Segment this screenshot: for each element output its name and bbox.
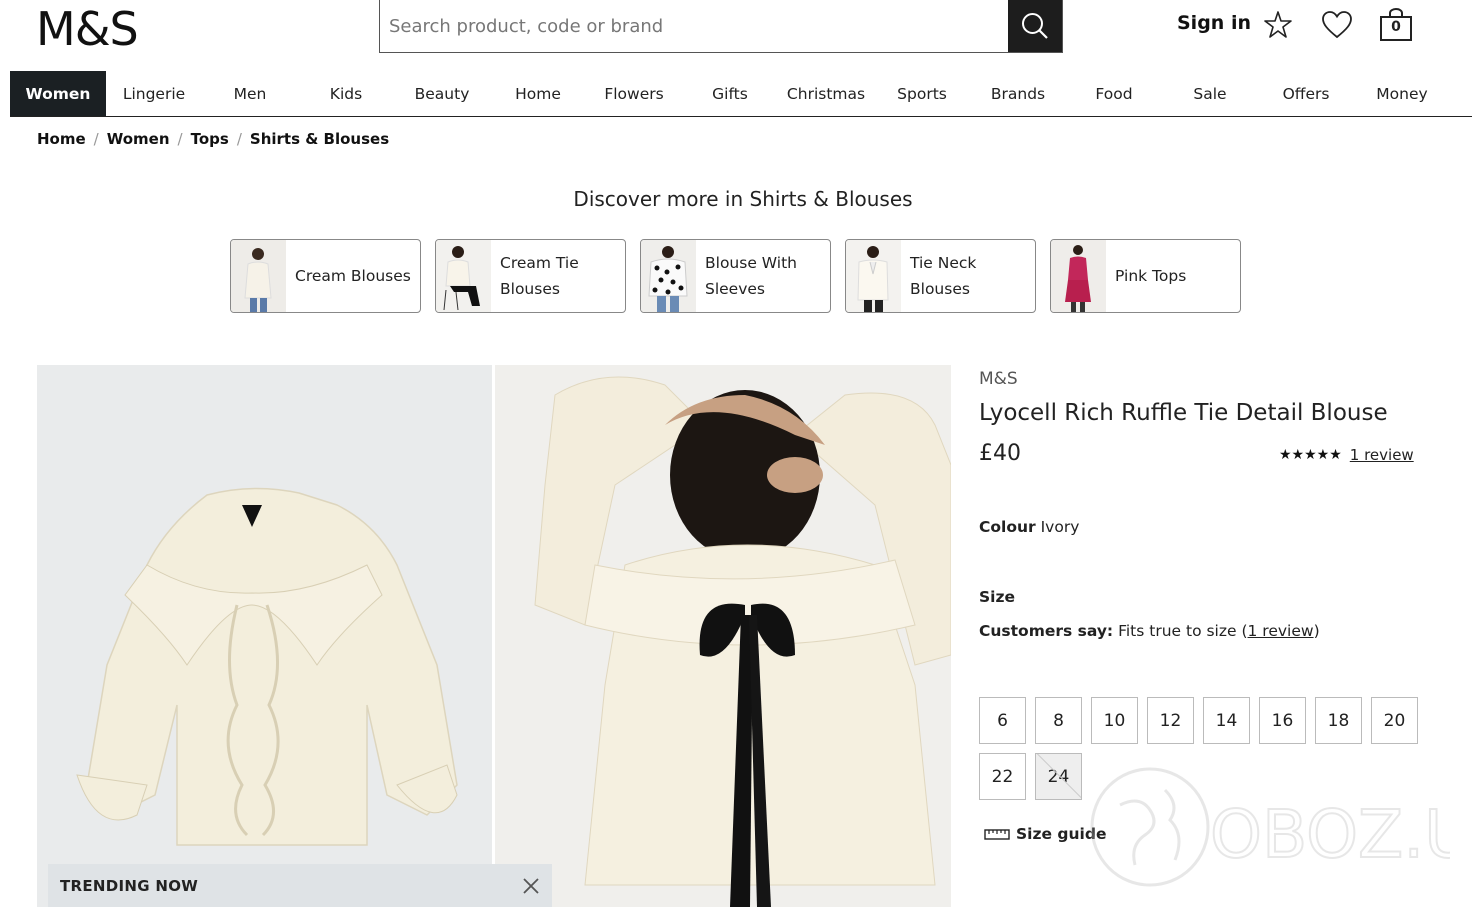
ms-logo[interactable]: M&S (36, 2, 139, 56)
search-button[interactable] (1008, 0, 1062, 52)
size-option-6[interactable]: 6 (979, 697, 1026, 744)
colour-label: Colour (979, 518, 1036, 536)
card-label-line1: Tie Neck (910, 254, 977, 272)
shopping-bag-icon[interactable]: 0 (1379, 8, 1413, 42)
card-thumbnail (641, 240, 696, 312)
breadcrumb-separator: / (93, 130, 99, 148)
size-guide-link[interactable]: Size guide (984, 825, 1106, 843)
watermark-text: OBOZ.UA (1210, 796, 1450, 873)
nav-flowers[interactable]: Flowers (586, 71, 682, 116)
discover-card-cream-blouses[interactable]: Cream Blouses (230, 239, 421, 313)
customers-say-review-link[interactable]: 1 review (1248, 622, 1314, 640)
card-label: Pink Tops (1115, 267, 1187, 285)
breadcrumb-tops[interactable]: Tops (191, 130, 229, 148)
discover-card-tie-neck-blouses[interactable]: Tie Neck Blouses (845, 239, 1036, 313)
rating-stars-icon: ★★★★★ (1279, 447, 1342, 463)
size-option-10[interactable]: 10 (1091, 697, 1138, 744)
customers-say-value: Fits true to size (1118, 622, 1237, 640)
breadcrumb: Home / Women / Tops / Shirts & Blouses (37, 130, 389, 148)
nav-gifts[interactable]: Gifts (682, 71, 778, 116)
reviews-link[interactable]: 1 review (1350, 446, 1414, 464)
nav-women[interactable]: Women (10, 71, 106, 116)
size-option-22[interactable]: 22 (979, 753, 1026, 800)
breadcrumb-home[interactable]: Home (37, 130, 86, 148)
discover-card-blouse-with-sleeves[interactable]: Blouse With Sleeves (640, 239, 831, 313)
nav-food[interactable]: Food (1066, 71, 1162, 116)
main-navigation: Women Lingerie Men Kids Beauty Home Flow… (10, 71, 1472, 117)
nav-sale[interactable]: Sale (1162, 71, 1258, 116)
product-image-back[interactable] (495, 365, 951, 907)
card-label-line1: Cream Tie (500, 254, 579, 272)
wishlist-heart-icon[interactable] (1320, 8, 1354, 42)
card-label: Cream Blouses (295, 267, 411, 285)
nav-beauty[interactable]: Beauty (394, 71, 490, 116)
nav-offers[interactable]: Offers (1258, 71, 1354, 116)
colour-row: Colour Ivory (979, 518, 1079, 536)
size-option-20[interactable]: 20 (1371, 697, 1418, 744)
size-option-16[interactable]: 16 (1259, 697, 1306, 744)
size-option-12[interactable]: 12 (1147, 697, 1194, 744)
product-rating: ★★★★★ 1 review (1279, 446, 1414, 464)
search-input[interactable] (380, 0, 1008, 52)
size-label: Size (979, 588, 1016, 606)
product-title: Lyocell Rich Ruffle Tie Detail Blouse (979, 400, 1388, 426)
favourites-star-icon[interactable] (1261, 8, 1295, 42)
breadcrumb-separator: / (177, 130, 183, 148)
product-brand: M&S (979, 369, 1018, 389)
bag-count: 0 (1391, 19, 1401, 35)
search-bar (379, 0, 1063, 53)
card-thumbnail (1051, 240, 1106, 312)
size-option-24-out-of-stock[interactable]: 24 (1035, 753, 1082, 800)
site-header: M&S Sign in 0 (0, 0, 1472, 70)
product-image-front[interactable] (37, 365, 492, 907)
size-option-8[interactable]: 8 (1035, 697, 1082, 744)
trending-now-label: TRENDING NOW (60, 876, 199, 895)
product-gallery (37, 365, 951, 907)
oboz-watermark: OBOZ.UA (1090, 765, 1472, 895)
sign-in-link[interactable]: Sign in (1177, 12, 1251, 34)
colour-value: Ivory (1040, 518, 1080, 536)
breadcrumb-women[interactable]: Women (107, 130, 170, 148)
card-label-line1: Blouse With (705, 254, 797, 272)
discover-card-cream-tie-blouses[interactable]: Cream Tie Blouses (435, 239, 626, 313)
size-option-18[interactable]: 18 (1315, 697, 1362, 744)
product-price: £40 (979, 441, 1021, 466)
nav-lingerie[interactable]: Lingerie (106, 71, 202, 116)
card-label-line2: Blouses (910, 280, 970, 298)
discover-card-pink-tops[interactable]: Pink Tops (1050, 239, 1241, 313)
customers-say: Customers say: Fits true to size (1 revi… (979, 622, 1320, 640)
card-label-line2: Sleeves (705, 280, 766, 298)
discover-heading: Discover more in Shirts & Blouses (573, 187, 913, 211)
nav-kids[interactable]: Kids (298, 71, 394, 116)
nav-home[interactable]: Home (490, 71, 586, 116)
nav-money[interactable]: Money (1354, 71, 1450, 116)
close-icon[interactable] (522, 877, 540, 895)
card-thumbnail (846, 240, 901, 312)
card-thumbnail (436, 240, 491, 312)
trending-now-bar[interactable]: TRENDING NOW (48, 864, 552, 907)
nav-brands[interactable]: Brands (970, 71, 1066, 116)
breadcrumb-shirts-blouses[interactable]: Shirts & Blouses (250, 130, 389, 148)
nav-sports[interactable]: Sports (874, 71, 970, 116)
breadcrumb-separator: / (236, 130, 242, 148)
discover-cards: Cream Blouses Cream Tie Blouses Blouse Wi… (230, 239, 1241, 313)
search-icon (1022, 12, 1048, 39)
size-option-14[interactable]: 14 (1203, 697, 1250, 744)
card-thumbnail (231, 240, 286, 312)
nav-christmas[interactable]: Christmas (778, 71, 874, 116)
customers-say-label: Customers say: (979, 622, 1114, 640)
nav-men[interactable]: Men (202, 71, 298, 116)
card-label-line2: Blouses (500, 280, 560, 298)
ruler-icon (984, 829, 1010, 840)
